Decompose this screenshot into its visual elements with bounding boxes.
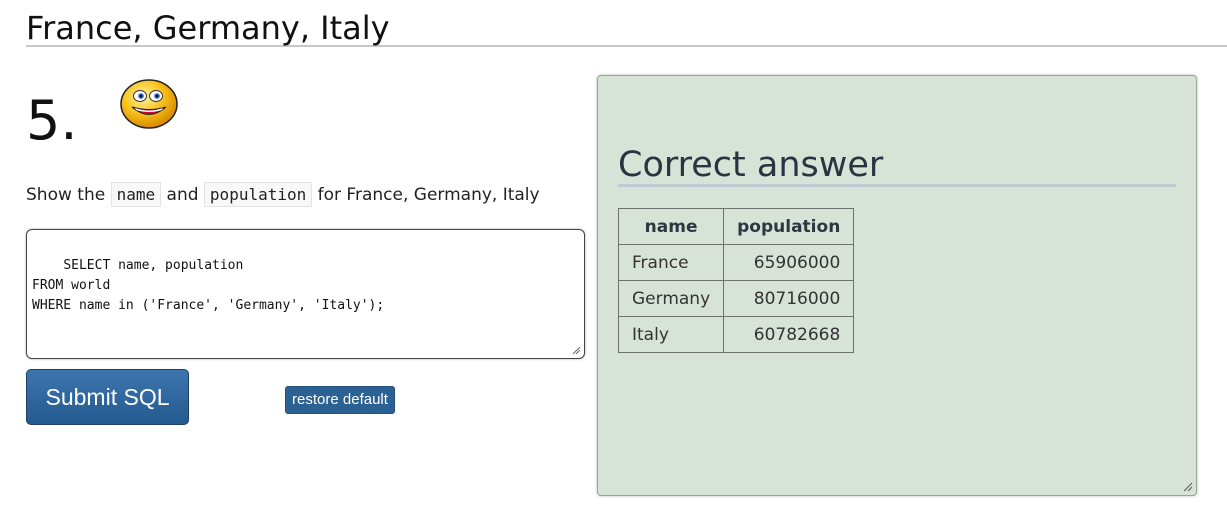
grinning-smiley-icon bbox=[119, 78, 179, 130]
table-row: Italy 60782668 bbox=[617, 316, 855, 353]
cell-population: 60782668 bbox=[723, 316, 855, 353]
question-number: 5. bbox=[26, 89, 78, 152]
correct-answer-panel: Correct answer name population France 65… bbox=[597, 75, 1197, 496]
code-population: population bbox=[203, 182, 313, 207]
instruction-prefix: Show the bbox=[26, 185, 106, 205]
page: France, Germany, Italy 5. Show the name bbox=[0, 0, 1227, 513]
code-name: name bbox=[110, 182, 162, 207]
table-header-row: name population bbox=[617, 208, 855, 245]
cell-name: Germany bbox=[617, 280, 725, 317]
instruction-suffix: for France, Germany, Italy bbox=[317, 185, 540, 205]
sql-editor[interactable]: SELECT name, population FROM world WHERE… bbox=[26, 229, 585, 359]
sql-text[interactable]: SELECT name, population FROM world WHERE… bbox=[32, 258, 384, 313]
correct-answer-title: Correct answer bbox=[618, 142, 1176, 187]
table-row: France 65906000 bbox=[617, 244, 855, 281]
answer-table: name population France 65906000 Germany … bbox=[617, 208, 855, 353]
restore-default-button[interactable]: restore default bbox=[285, 386, 395, 414]
cell-name: Italy bbox=[617, 316, 725, 353]
submit-sql-button[interactable]: Submit SQL bbox=[26, 369, 189, 425]
column-header-name: name bbox=[617, 208, 725, 245]
cell-population: 65906000 bbox=[723, 244, 855, 281]
cell-population: 80716000 bbox=[723, 280, 855, 317]
cell-name: France bbox=[617, 244, 725, 281]
instruction-and: and bbox=[166, 185, 199, 205]
table-row: Germany 80716000 bbox=[617, 280, 855, 317]
column-header-population: population bbox=[723, 208, 855, 245]
resize-grip-icon[interactable] bbox=[1183, 482, 1193, 492]
question-instruction: Show the name and population for France,… bbox=[26, 180, 540, 210]
section-title: France, Germany, Italy bbox=[26, 8, 1227, 47]
resize-grip-icon[interactable] bbox=[572, 346, 581, 355]
